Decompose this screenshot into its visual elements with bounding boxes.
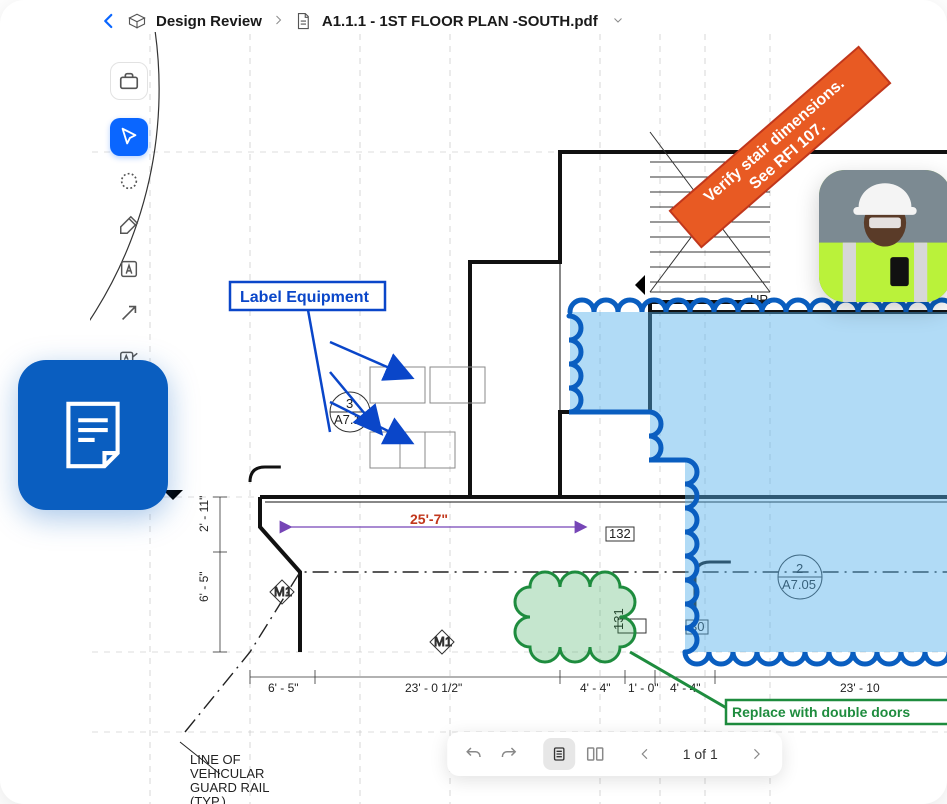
select-tool[interactable] bbox=[110, 118, 148, 156]
dim-bottom-b: 23' - 0 1/2" bbox=[405, 681, 462, 695]
rail-note-1: LINE OF bbox=[190, 752, 241, 767]
label-equipment-text: Label Equipment bbox=[240, 289, 370, 306]
dim-bottom-f: 23' - 10 bbox=[840, 681, 880, 695]
rail-note-4: (TYP.) bbox=[190, 794, 226, 804]
dim-bottom-c: 4' - 4" bbox=[580, 681, 611, 695]
left-toolbox bbox=[110, 62, 148, 376]
arrow-tool[interactable] bbox=[110, 294, 148, 332]
dim-left-a: 6' - 5" bbox=[197, 571, 211, 602]
svg-text:M1: M1 bbox=[274, 584, 292, 599]
door-note-text: Replace with double doors bbox=[732, 704, 910, 720]
back-button[interactable] bbox=[100, 12, 118, 30]
rail-note-3: GUARD RAIL bbox=[190, 780, 269, 795]
chevron-right-icon bbox=[272, 13, 284, 30]
document-icon bbox=[294, 12, 312, 30]
dim-bottom-d: 1' - 0" bbox=[628, 681, 659, 695]
breadcrumb: Design Review A1.1.1 - 1ST FLOOR PLAN -S… bbox=[100, 12, 624, 30]
text-tool[interactable] bbox=[110, 250, 148, 288]
next-page[interactable] bbox=[740, 738, 772, 770]
svg-text:M1: M1 bbox=[434, 634, 452, 649]
user-avatar bbox=[819, 170, 947, 302]
redo-button[interactable] bbox=[493, 738, 525, 770]
drawing-canvas[interactable]: UP 3 A7.11 2 A7.05 25'-7" 132 131 30 bbox=[90, 32, 947, 804]
undo-button[interactable] bbox=[457, 738, 489, 770]
dim-bottom-a: 6' - 5" bbox=[268, 681, 299, 695]
viewer-frame: Design Review A1.1.1 - 1ST FLOOR PLAN -S… bbox=[0, 0, 947, 804]
single-page-view[interactable] bbox=[543, 738, 575, 770]
document-name[interactable]: A1.1.1 - 1ST FLOOR PLAN -SOUTH.pdf bbox=[322, 13, 598, 30]
label-equipment-annotation[interactable]: Label Equipment bbox=[230, 282, 410, 442]
document-app-icon bbox=[18, 360, 168, 510]
detail1-sheet: A7.11 bbox=[334, 412, 367, 427]
project-name[interactable]: Design Review bbox=[156, 13, 262, 30]
dim-left-b: 2' - 11" bbox=[197, 496, 211, 532]
toolbox-button[interactable] bbox=[110, 62, 148, 100]
cloud-tool[interactable] bbox=[110, 162, 148, 200]
prev-page[interactable] bbox=[629, 738, 661, 770]
cube-icon bbox=[128, 12, 146, 30]
rail-note-2: VEHICULAR bbox=[190, 766, 264, 781]
page-controls: 1 of 1 bbox=[447, 732, 782, 776]
room-132: 132 bbox=[609, 526, 631, 541]
pen-tool[interactable] bbox=[110, 206, 148, 244]
two-page-view[interactable] bbox=[579, 738, 611, 770]
span-dim: 25'-7" bbox=[410, 511, 448, 527]
chevron-down-icon bbox=[612, 13, 624, 30]
page-label: 1 of 1 bbox=[665, 746, 736, 762]
